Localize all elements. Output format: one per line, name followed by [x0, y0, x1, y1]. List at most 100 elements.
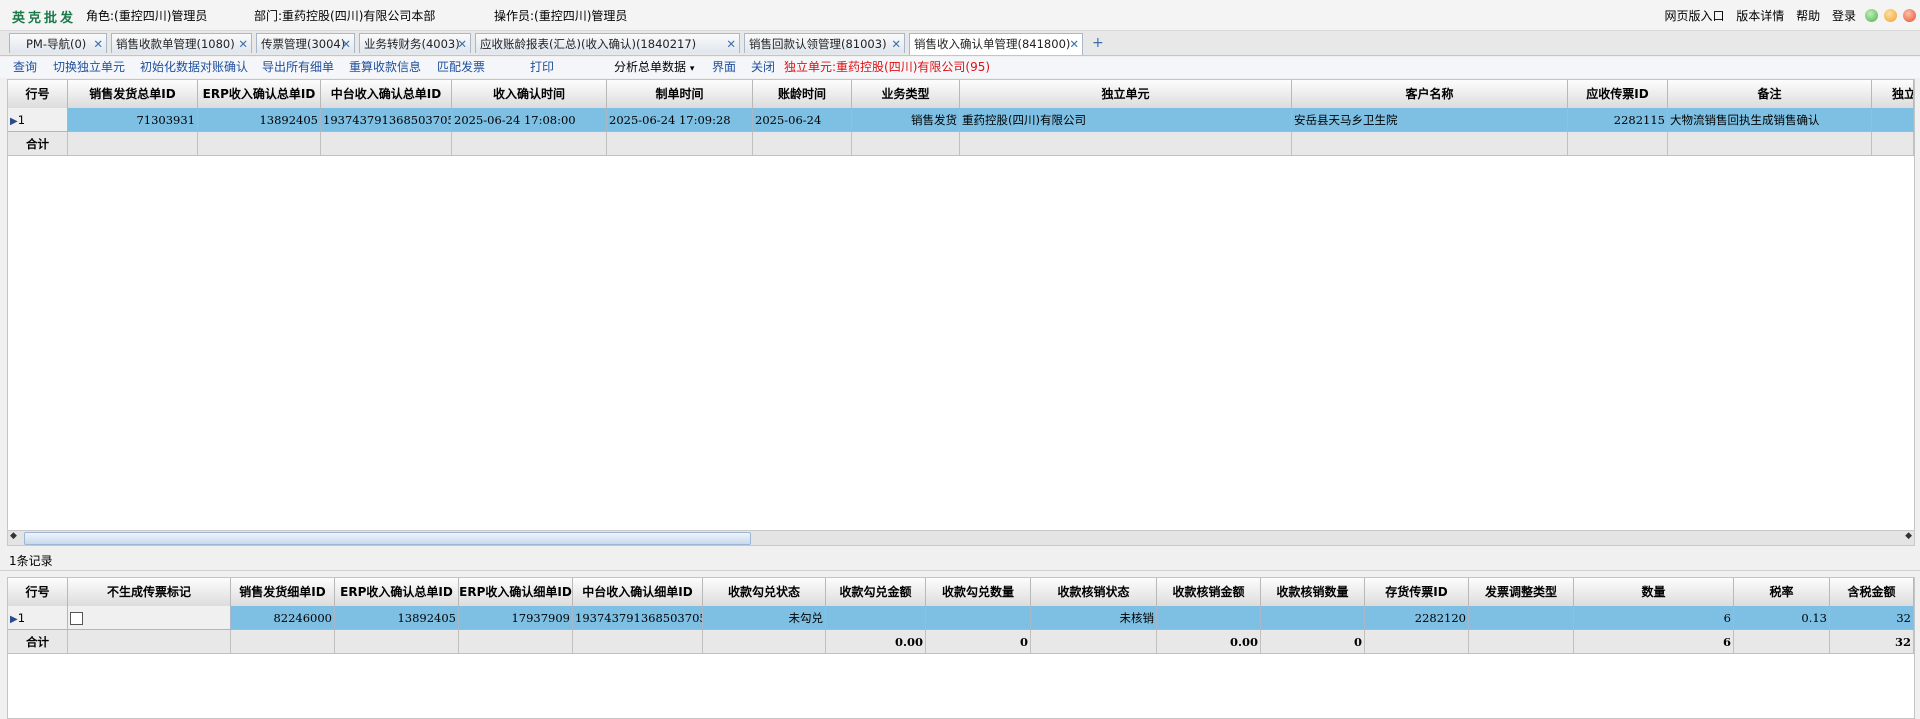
login-link[interactable]: 登录: [1832, 9, 1856, 23]
scroll-right-icon[interactable]: ◆: [1905, 531, 1912, 541]
tab-pm-nav[interactable]: PM-导航(0) ✕: [9, 33, 107, 53]
tab-sales-claim[interactable]: 销售回款认领管理(81003) ✕: [744, 33, 905, 53]
close-icon[interactable]: ✕: [93, 34, 103, 53]
cell[interactable]: 销售发货: [852, 108, 960, 132]
cell[interactable]: 71303931: [68, 108, 198, 132]
tab-sales-receipt[interactable]: 销售收款单管理(1080) ✕: [111, 33, 252, 53]
version-details-link[interactable]: 版本详情: [1736, 9, 1784, 23]
col-header[interactable]: 中台收入确认总单ID: [321, 80, 452, 108]
minimize-button[interactable]: [1884, 9, 1897, 22]
cell[interactable]: [1261, 606, 1365, 630]
help-link[interactable]: 帮助: [1796, 9, 1820, 23]
col-header[interactable]: 存货传票ID: [1365, 578, 1469, 606]
no-voucher-flag-cell[interactable]: [68, 606, 231, 630]
cell[interactable]: 2025-06-24 17:09:28: [607, 108, 753, 132]
cell[interactable]: [1469, 606, 1574, 630]
table-row[interactable]: ▶1 71303931 13892405 1937437913685037056…: [8, 108, 1914, 132]
interface-button[interactable]: 界面: [712, 57, 736, 78]
cell[interactable]: 13892405: [198, 108, 321, 132]
col-header[interactable]: 独立单: [1872, 80, 1914, 108]
col-header[interactable]: 账龄时间: [753, 80, 852, 108]
cell[interactable]: [1157, 606, 1261, 630]
scroll-left-icon[interactable]: ◆: [10, 531, 17, 541]
cell[interactable]: [926, 606, 1031, 630]
col-header[interactable]: 收款勾兑数量: [926, 578, 1031, 606]
web-entry-link[interactable]: 网页版入口: [1664, 9, 1724, 23]
close-icon[interactable]: ✕: [238, 34, 248, 53]
cell[interactable]: 大物流销售回执生成销售确认: [1668, 108, 1872, 132]
cell: [1872, 132, 1914, 156]
col-header[interactable]: 备注: [1668, 80, 1872, 108]
tab-voucher[interactable]: 传票管理(3004) ✕: [256, 33, 355, 53]
cell[interactable]: 2025-06-24: [753, 108, 852, 132]
col-header[interactable]: 收款核销数量: [1261, 578, 1365, 606]
cell[interactable]: 2282115: [1568, 108, 1668, 132]
col-header[interactable]: 收款勾兑状态: [703, 578, 826, 606]
col-header[interactable]: 行号: [8, 578, 68, 606]
cell[interactable]: 1937437913685037057: [573, 606, 703, 630]
query-button[interactable]: 查询: [13, 57, 37, 78]
close-window-button[interactable]: [1903, 9, 1916, 22]
switch-unit-button[interactable]: 切换独立单元: [53, 57, 125, 78]
col-header[interactable]: 收款勾兑金额: [826, 578, 926, 606]
close-icon[interactable]: ✕: [341, 34, 351, 53]
init-reconcile-button[interactable]: 初始化数据对账确认: [140, 57, 248, 78]
pane-splitter[interactable]: [0, 570, 1920, 571]
col-header[interactable]: 发票调整类型: [1469, 578, 1574, 606]
col-header[interactable]: 收入确认时间: [452, 80, 607, 108]
col-header[interactable]: 销售发货细单ID: [231, 578, 335, 606]
cell[interactable]: 未勾兑: [703, 606, 826, 630]
col-header[interactable]: 税率: [1734, 578, 1830, 606]
col-header[interactable]: ERP收入确认总单ID: [198, 80, 321, 108]
tab-aging-report[interactable]: 应收账龄报表(汇总)(收入确认)(1840217) ✕: [475, 33, 740, 53]
add-tab-icon[interactable]: +: [1092, 35, 1104, 51]
scrollbar-thumb[interactable]: [24, 532, 751, 545]
col-header[interactable]: 收款核销状态: [1031, 578, 1157, 606]
col-header[interactable]: 收款核销金额: [1157, 578, 1261, 606]
col-header[interactable]: ERP收入确认总单ID: [335, 578, 459, 606]
maximize-button[interactable]: [1865, 9, 1878, 22]
cell[interactable]: 2025-06-24 17:08:00: [452, 108, 607, 132]
cell[interactable]: 安岳县天马乡卫生院: [1292, 108, 1568, 132]
cell[interactable]: 0.13: [1734, 606, 1830, 630]
horizontal-scrollbar[interactable]: ◆ ◆: [7, 530, 1915, 546]
cell[interactable]: 17937909: [459, 606, 573, 630]
cell[interactable]: 2282120: [1365, 606, 1469, 630]
export-details-button[interactable]: 导出所有细单: [262, 57, 334, 78]
cell[interactable]: 6: [1574, 606, 1734, 630]
cell[interactable]: 32: [1830, 606, 1914, 630]
close-icon[interactable]: ✕: [726, 34, 736, 53]
cell: [1031, 630, 1157, 654]
cell[interactable]: 82246000: [231, 606, 335, 630]
cell[interactable]: 13892405: [335, 606, 459, 630]
col-header[interactable]: 含税金额: [1830, 578, 1914, 606]
recalc-receipt-button[interactable]: 重算收款信息: [349, 57, 421, 78]
close-icon[interactable]: ✕: [1069, 34, 1079, 54]
table-row[interactable]: ▶1 82246000 13892405 17937909 1937437913…: [8, 606, 1914, 630]
col-header[interactable]: 销售发货总单ID: [68, 80, 198, 108]
no-voucher-checkbox[interactable]: [70, 612, 83, 625]
col-header[interactable]: 客户名称: [1292, 80, 1568, 108]
tab-sales-revenue-confirm[interactable]: 销售收入确认单管理(841800) ✕: [909, 33, 1083, 55]
col-header[interactable]: 业务类型: [852, 80, 960, 108]
analyze-data-dropdown[interactable]: 分析总单数据 ▾: [614, 57, 694, 80]
cell[interactable]: 重药控股(四川)有限公司: [960, 108, 1292, 132]
col-header[interactable]: ERP收入确认细单ID: [459, 578, 573, 606]
tab-business-finance[interactable]: 业务转财务(4003) ✕: [359, 33, 471, 53]
col-header[interactable]: 中台收入确认细单ID: [573, 578, 703, 606]
col-header[interactable]: 不生成传票标记: [68, 578, 231, 606]
close-icon[interactable]: ✕: [457, 34, 467, 53]
col-header[interactable]: 数量: [1574, 578, 1734, 606]
col-header[interactable]: 行号: [8, 80, 68, 108]
cell[interactable]: 1937437913685037056: [321, 108, 452, 132]
close-button[interactable]: 关闭: [751, 57, 775, 78]
col-header[interactable]: 制单时间: [607, 80, 753, 108]
match-invoice-button[interactable]: 匹配发票: [437, 57, 485, 78]
close-icon[interactable]: ✕: [891, 34, 901, 53]
print-button[interactable]: 打印: [530, 57, 554, 78]
cell[interactable]: 未核销: [1031, 606, 1157, 630]
cell[interactable]: [1872, 108, 1914, 132]
col-header[interactable]: 应收传票ID: [1568, 80, 1668, 108]
cell[interactable]: [826, 606, 926, 630]
col-header[interactable]: 独立单元: [960, 80, 1292, 108]
